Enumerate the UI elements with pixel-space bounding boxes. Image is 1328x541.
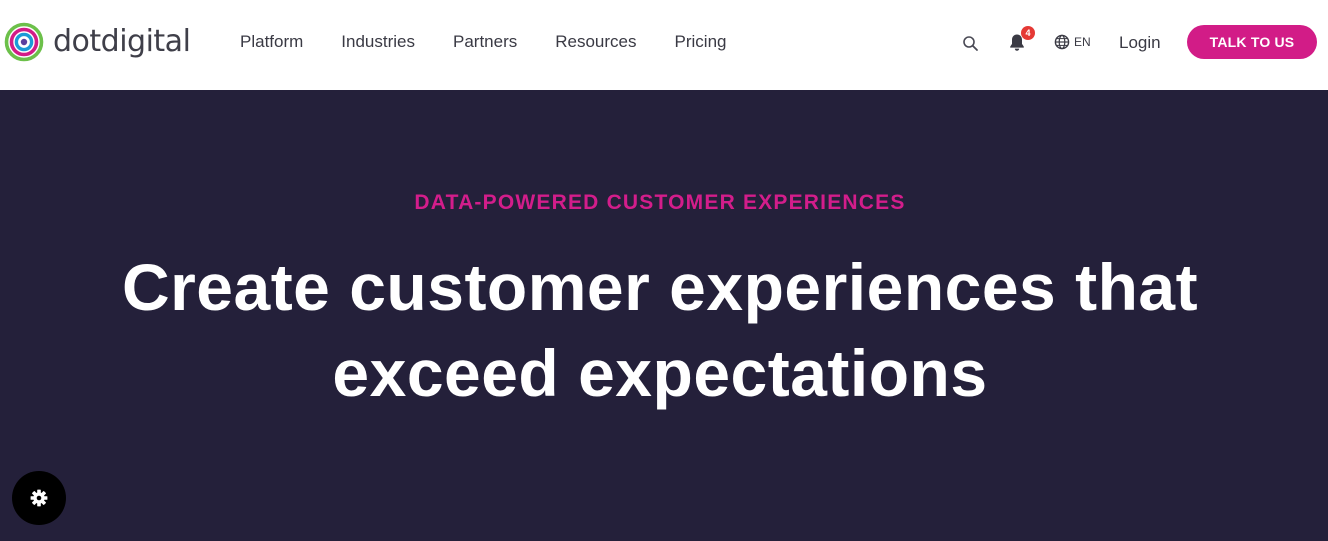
logo-wordmark: dotdigital xyxy=(53,24,191,59)
cookie-settings-button[interactable] xyxy=(12,471,66,525)
nav-item-pricing[interactable]: Pricing xyxy=(675,30,727,54)
language-label: EN xyxy=(1074,35,1091,49)
dotdigital-logo[interactable]: dotdigital xyxy=(4,22,191,62)
nav-item-partners[interactable]: Partners xyxy=(453,30,517,54)
notification-count-badge: 4 xyxy=(1021,26,1035,40)
hero-section: DATA-POWERED CUSTOMER EXPERIENCES Create… xyxy=(0,90,1328,541)
login-link[interactable]: Login xyxy=(1119,31,1161,55)
main-nav: Platform Industries Partners Resources P… xyxy=(240,30,764,54)
site-header: dotdigital Platform Industries Partners … xyxy=(0,0,1328,90)
nav-item-platform[interactable]: Platform xyxy=(240,30,303,54)
talk-to-us-button[interactable]: TALK TO US xyxy=(1187,25,1317,59)
hero-headline-line-2: exceed expectations xyxy=(332,336,988,410)
language-selector[interactable]: EN xyxy=(1054,33,1091,51)
gear-icon xyxy=(30,489,48,507)
nav-item-industries[interactable]: Industries xyxy=(341,30,415,54)
hero-headline: Create customer experiences that exceed … xyxy=(0,244,1320,416)
notifications-button[interactable]: 4 xyxy=(1008,26,1036,55)
hero-headline-line-1: Create customer experiences that xyxy=(121,250,1199,324)
search-icon[interactable] xyxy=(962,35,979,52)
nav-item-resources[interactable]: Resources xyxy=(555,30,636,54)
concentric-rings-logo-icon xyxy=(4,22,44,62)
globe-icon xyxy=(1054,34,1070,50)
hero-eyebrow: DATA-POWERED CUSTOMER EXPERIENCES xyxy=(414,191,906,214)
